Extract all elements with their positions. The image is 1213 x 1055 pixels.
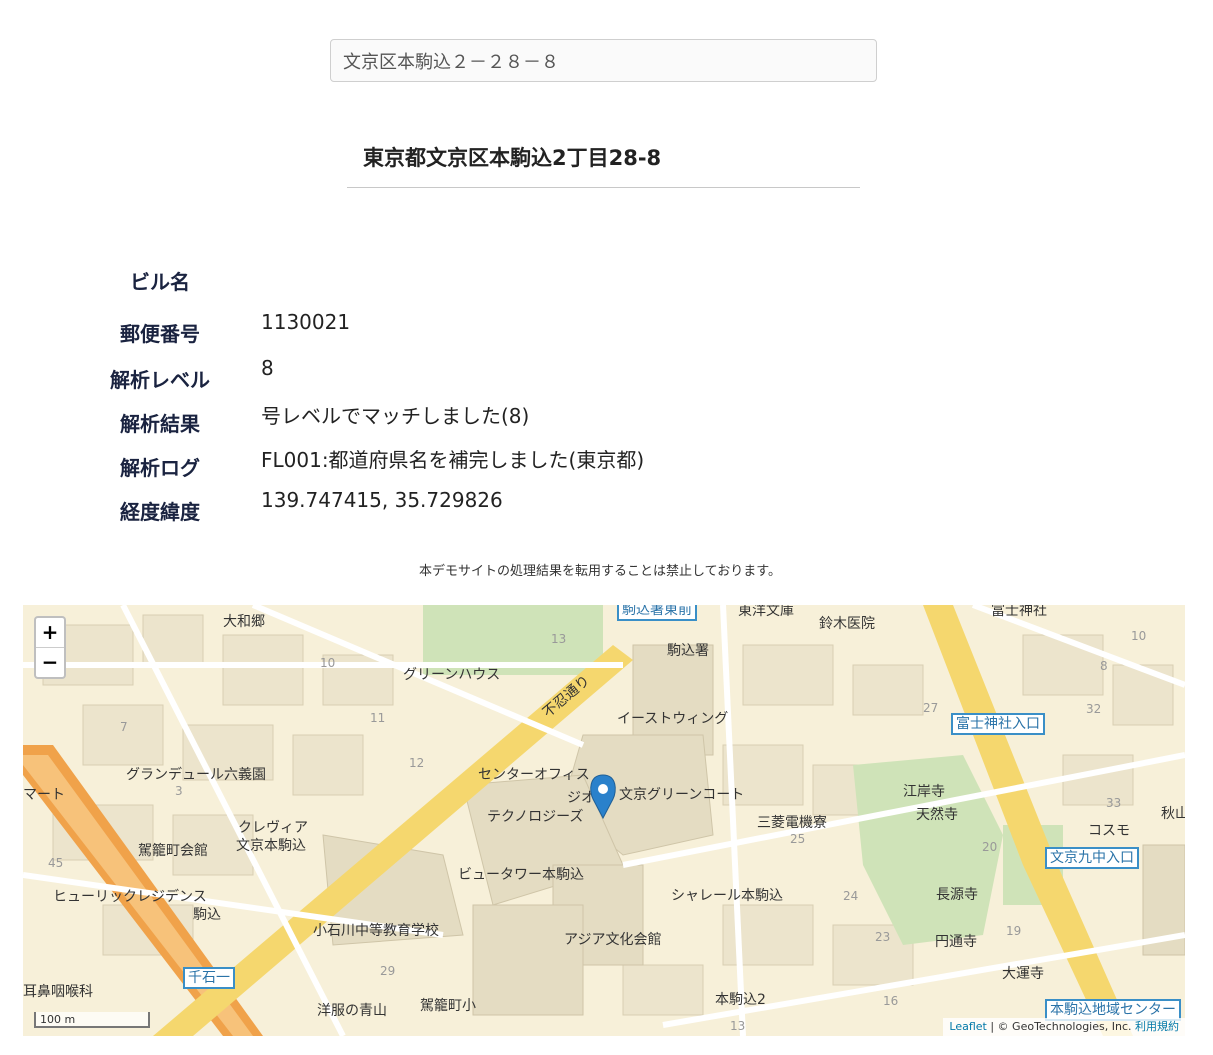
info-label: 解析レベル xyxy=(110,368,210,392)
info-row-analysis-level: 解析レベル 8 xyxy=(80,356,780,402)
info-row-analysis-result: 解析結果 号レベルでマッチしました(8) xyxy=(80,400,780,446)
info-value: FL001:都道府県名を補完しました(東京都) xyxy=(261,448,645,472)
svg-text:16: 16 xyxy=(883,994,898,1008)
result-address-title: 東京都文京区本駒込2丁目28-8 xyxy=(347,140,860,188)
map-sign: 文京九中入口 xyxy=(1045,847,1139,869)
map-label: コスモ xyxy=(1088,823,1130,839)
map-label: 文京グリーンコート xyxy=(619,787,744,803)
map-label: ビュータワー本駒込 xyxy=(458,867,584,883)
info-label: ビル名 xyxy=(130,270,190,294)
svg-text:27: 27 xyxy=(923,701,938,715)
map-label: 三菱電機寮 xyxy=(757,814,827,831)
map-label: グリーンハウス xyxy=(403,667,500,683)
info-label: 解析結果 xyxy=(120,412,200,436)
map-label: 小石川中等教育学校 xyxy=(313,922,439,939)
svg-text:12: 12 xyxy=(409,756,424,770)
info-row-postal-code: 郵便番号 1130021 xyxy=(80,310,780,356)
info-label: 経度緯度 xyxy=(120,500,200,524)
map-label: 駕籠町会館 xyxy=(138,842,208,859)
svg-text:32: 32 xyxy=(1086,702,1101,716)
svg-text:8: 8 xyxy=(1100,659,1108,673)
map-sign: 富士神社入口 xyxy=(951,713,1045,735)
attribution-text: | © GeoTechnologies, Inc. xyxy=(986,1020,1135,1033)
map-view[interactable]: 13 10 11 12 7 3 29 25 24 23 20 19 27 32 33 45 10… xyxy=(23,605,1185,1036)
map-label: クレヴィア xyxy=(238,819,308,836)
map-label: 東洋文庫 xyxy=(738,605,794,619)
map-label: センターオフィス xyxy=(478,767,590,783)
svg-text:23: 23 xyxy=(875,930,890,944)
svg-text:45: 45 xyxy=(48,856,63,870)
map-label: イーストウィング xyxy=(617,711,728,727)
svg-text:13: 13 xyxy=(730,1019,745,1033)
result-info-table: ビル名 郵便番号 1130021 解析レベル 8 解析結果 号レベルでマッチしま… xyxy=(80,258,780,534)
svg-text:25: 25 xyxy=(790,832,805,846)
map-label: 富士神社 xyxy=(991,605,1047,619)
svg-text:20: 20 xyxy=(982,840,997,854)
info-row-coordinates: 経度緯度 139.747415, 35.729826 xyxy=(80,488,780,534)
map-sign: 駒込署東前 xyxy=(617,605,697,621)
map-label: 江岸寺 xyxy=(903,784,945,800)
map-label: 鈴木医院 xyxy=(819,616,875,632)
svg-text:24: 24 xyxy=(843,889,858,903)
map-label: 円通寺 xyxy=(935,934,977,950)
svg-text:7: 7 xyxy=(120,720,128,734)
map-label: 長源寺 xyxy=(936,887,978,903)
map-label: 秋山 xyxy=(1161,806,1185,822)
map-label: 駒込署 xyxy=(667,643,709,659)
info-row-building: ビル名 xyxy=(80,258,780,304)
zoom-in-button[interactable]: + xyxy=(36,618,64,648)
svg-text:3: 3 xyxy=(175,784,183,798)
info-label: 郵便番号 xyxy=(120,322,200,346)
leaflet-link[interactable]: Leaflet xyxy=(949,1020,986,1033)
info-label: 解析ログ xyxy=(120,456,200,480)
map-attribution: Leaflet | © GeoTechnologies, Inc. 利用規約 xyxy=(943,1018,1185,1036)
info-value: 号レベルでマッチしました(8) xyxy=(261,404,530,428)
map-label: 耳鼻咽喉科 xyxy=(23,983,93,1000)
svg-text:10: 10 xyxy=(1131,629,1146,643)
zoom-out-button[interactable]: − xyxy=(36,648,64,677)
map-label: 洋服の青山 xyxy=(317,1003,387,1019)
svg-text:11: 11 xyxy=(370,711,385,725)
terms-link[interactable]: 利用規約 xyxy=(1135,1020,1179,1033)
map-label: ヒューリックレジデンス xyxy=(53,888,207,905)
map-label: シャレール本駒込 xyxy=(671,888,783,904)
svg-text:13: 13 xyxy=(551,632,566,646)
svg-text:29: 29 xyxy=(380,964,395,978)
map-label: テクノロジーズ xyxy=(487,809,583,825)
info-row-analysis-log: 解析ログ FL001:都道府県名を補完しました(東京都) xyxy=(80,444,780,490)
svg-text:33: 33 xyxy=(1106,796,1121,810)
map-label: 駕籠町小 xyxy=(420,998,476,1014)
svg-text:10: 10 xyxy=(320,656,335,670)
map-label: マート xyxy=(23,787,65,803)
map-label: アジア文化会館 xyxy=(564,931,661,948)
map-label: 文京本駒込 xyxy=(236,838,306,854)
map-label: 駒込 xyxy=(193,907,221,923)
map-label: 本駒込2 xyxy=(715,992,766,1008)
usage-notice: 本デモサイトの処理結果を転用することは禁止しております。 xyxy=(419,564,781,579)
map-scale: 100 m xyxy=(34,1012,150,1028)
map-label: グランデュール六義園 xyxy=(126,766,266,783)
zoom-control: + − xyxy=(34,616,66,679)
info-value: 1130021 xyxy=(261,310,351,334)
map-label: 大運寺 xyxy=(1002,966,1044,982)
map-sign: 千石一 xyxy=(183,967,235,989)
map-label: 大和郷 xyxy=(223,614,265,630)
address-search-input[interactable] xyxy=(330,39,877,82)
info-value: 8 xyxy=(261,356,274,380)
map-label: 天然寺 xyxy=(916,806,958,823)
info-value: 139.747415, 35.729826 xyxy=(261,488,503,512)
svg-text:19: 19 xyxy=(1006,924,1021,938)
